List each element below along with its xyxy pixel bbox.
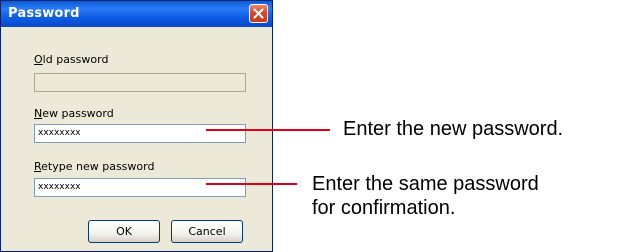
retype-annotation-line2: for confirmation.: [312, 197, 456, 219]
close-icon: [253, 8, 264, 19]
old-password-mnemonic: O: [34, 53, 43, 66]
new-password-mnemonic: N: [34, 107, 43, 120]
new-password-label: New password: [34, 107, 114, 120]
old-password-label: Old password: [34, 53, 108, 66]
dialog-title: Password: [8, 6, 80, 21]
close-button[interactable]: [249, 4, 268, 23]
retype-password-label: Retype new password: [34, 160, 154, 173]
password-dialog: Password Old password New password xxxxx…: [0, 0, 273, 252]
old-password-field[interactable]: [34, 73, 246, 92]
new-password-field[interactable]: xxxxxxxx: [34, 124, 246, 143]
new-password-annotation: Enter the new password.: [343, 118, 564, 140]
title-bar: Password: [1, 1, 272, 27]
retype-password-field[interactable]: xxxxxxxx: [34, 178, 246, 197]
ok-button[interactable]: OK: [88, 220, 160, 243]
cancel-button[interactable]: Cancel: [171, 220, 243, 243]
retype-annotation-line1: Enter the same password: [312, 173, 539, 195]
retype-password-label-text: etype new password: [41, 160, 155, 173]
new-password-label-text: ew password: [42, 107, 114, 120]
old-password-label-text: ld password: [42, 53, 109, 66]
